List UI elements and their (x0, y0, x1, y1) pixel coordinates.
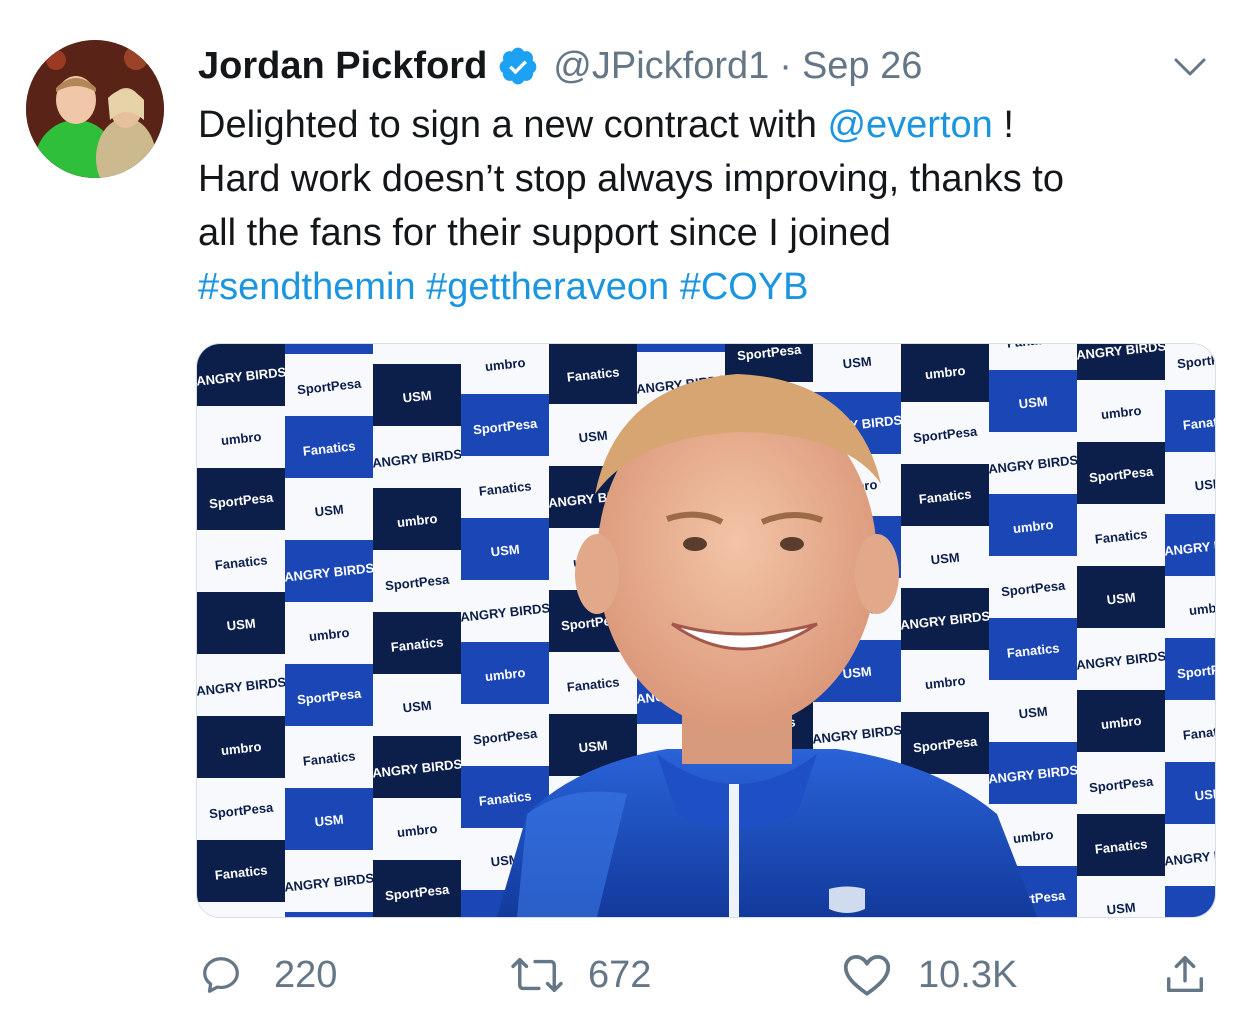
sponsor-logo-text: USM (1106, 590, 1136, 608)
sponsor-logo-text: USM (578, 428, 608, 446)
sponsor-logo-text: USM (930, 550, 960, 568)
sponsor-logo-text: USM (1106, 900, 1136, 917)
verified-badge-icon (497, 45, 539, 87)
like-button[interactable]: 10.3K (842, 940, 1017, 1010)
author-name[interactable]: Jordan Pickford (198, 45, 487, 88)
tweet-text-line-3: all the fans for their support since I j… (198, 212, 891, 254)
share-icon (1166, 956, 1204, 993)
reply-button[interactable]: 220 (198, 940, 337, 1010)
reply-icon (203, 957, 239, 993)
sponsor-logo-text: USM (314, 502, 344, 520)
tweet-header: Jordan Pickford @JPickford1 · Sep 26 (198, 36, 922, 96)
separator-dot: · (779, 44, 792, 87)
sponsor-logo-text: umbro (1188, 599, 1215, 618)
hashtags-line: #sendthemin #gettheraveon #COYB (198, 260, 1208, 314)
backdrop-panel (285, 344, 373, 354)
tweet-text: Delighted to sign a new contract with @e… (198, 98, 1208, 314)
hashtag-link[interactable]: #sendthemin (198, 266, 416, 308)
text-fragment: ! (992, 104, 1014, 146)
sponsor-logo-text: USM (1194, 476, 1215, 494)
author-handle[interactable]: @JPickford1 (553, 45, 769, 88)
text-fragment: Delighted to sign a new contract with (198, 104, 828, 146)
tweet-actions: 220 672 10.3K (0, 940, 1242, 1010)
sponsor-logo-text: USM (1018, 704, 1048, 722)
retweet-count: 672 (588, 953, 652, 996)
retweet-icon (511, 957, 563, 993)
backdrop-panel (285, 912, 373, 917)
mention-link[interactable]: @everton (827, 104, 992, 146)
sponsor-logo-text: USM (1194, 786, 1215, 804)
avatar-photo (26, 40, 164, 178)
author-avatar[interactable] (26, 40, 164, 178)
tweet-media-image[interactable]: ANGRY BIRDS umbro SportPesa Fanatics USM ANGR… (196, 343, 1216, 918)
press-conference-photo: ANGRY BIRDSumbroSportPesaFanaticsUSMANGR… (197, 344, 1215, 917)
chevron-down-icon[interactable] (1168, 50, 1212, 84)
hashtag-link[interactable]: #COYB (680, 266, 809, 308)
sponsor-logo-text: USM (842, 354, 872, 372)
sponsor-logo-text: USM (314, 812, 344, 830)
backdrop-panel (637, 344, 725, 352)
retweet-button[interactable]: 672 (510, 940, 651, 1010)
tweet-text-line-2: Hard work doesn’t stop always improving,… (198, 158, 1064, 200)
tweet-text-line-1: Delighted to sign a new contract with @e… (198, 98, 1208, 152)
backdrop-panel (373, 344, 461, 364)
sponsor-logo-text: USM (402, 388, 432, 406)
tweet-date[interactable]: Sep 26 (802, 45, 922, 88)
sponsor-logo-text: USM (226, 616, 256, 634)
heart-icon (843, 955, 891, 996)
sponsor-logo-text: USM (490, 542, 520, 560)
sponsor-logo-text: USM (1018, 394, 1048, 412)
backdrop-panel (197, 902, 285, 917)
share-button[interactable] (1162, 940, 1208, 1010)
sponsor-logo-text: USM (578, 738, 608, 756)
like-count: 10.3K (918, 953, 1018, 996)
reply-count: 220 (274, 953, 338, 996)
sponsor-logo-text: USM (842, 664, 872, 682)
sponsor-logo-text: USM (402, 698, 432, 716)
hashtag-link[interactable]: #gettheraveon (426, 266, 669, 308)
